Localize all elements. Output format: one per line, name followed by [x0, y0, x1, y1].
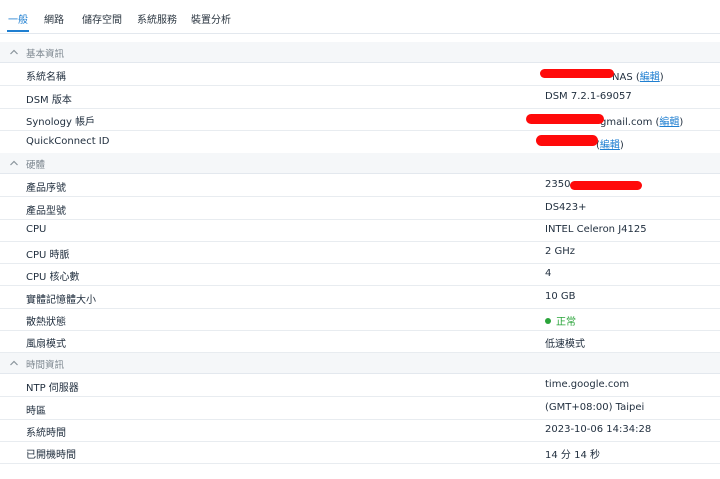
cpu-cores-value: 4	[545, 268, 552, 279]
cpu-label: CPU	[26, 224, 47, 235]
thermal-status-label: 散熱狀態	[26, 317, 66, 328]
row-synology-account: Synology 帳戶 gmail.com (編輯)	[0, 108, 720, 131]
dsm-version-label: DSM 版本	[26, 95, 72, 106]
status-dot-icon	[545, 318, 551, 324]
thermal-status-value: 正常	[545, 313, 576, 328]
system-time-label: 系統時間	[26, 428, 66, 439]
redaction-mark	[570, 181, 642, 190]
serial-number-label: 產品序號	[26, 183, 66, 194]
system-time-value: 2023-10-06 14:34:28	[545, 424, 652, 435]
chevron-up-icon[interactable]	[9, 358, 19, 368]
row-thermal-status: 散熱狀態 正常	[0, 308, 720, 331]
redaction-mark	[526, 114, 604, 124]
ntp-server-value: time.google.com	[545, 379, 630, 390]
thermal-status-text: 正常	[556, 317, 576, 328]
chevron-up-icon[interactable]	[9, 158, 19, 168]
cpu-value: INTEL Celeron J4125	[545, 224, 647, 235]
tab-storage[interactable]: 儲存空間	[82, 11, 122, 26]
redaction-mark	[540, 69, 614, 78]
timezone-label: 時區	[26, 406, 46, 417]
section-title: 硬體	[26, 160, 46, 171]
row-quickconnect-id: QuickConnect ID (編輯)	[0, 131, 720, 154]
uptime-label: 已開機時間	[26, 450, 76, 461]
row-fan-mode: 風扇模式 低速模式	[0, 330, 720, 353]
quickconnect-id-label: QuickConnect ID	[26, 136, 110, 147]
memory-value: 10 GB	[545, 291, 576, 302]
tab-services[interactable]: 系統服務	[137, 11, 177, 26]
row-cpu-cores: CPU 核心數 4	[0, 263, 720, 286]
dsm-version-value: DSM 7.2.1-69057	[545, 91, 632, 102]
row-cpu-frequency: CPU 時脈 2 GHz	[0, 241, 720, 264]
model-value: DS423+	[545, 202, 587, 213]
row-model: 產品型號 DS423+	[0, 197, 720, 220]
row-uptime: 已開機時間 14 分 14 秒	[0, 441, 720, 464]
row-memory: 實體記憶體大小 10 GB	[0, 286, 720, 309]
synology-account-text: gmail.com	[600, 117, 653, 128]
row-system-time: 系統時間 2023-10-06 14:34:28	[0, 419, 720, 442]
row-cpu: CPU INTEL Celeron J4125	[0, 219, 720, 242]
section-basic-info[interactable]: 基本資訊	[0, 42, 720, 63]
uptime-value: 14 分 14 秒	[545, 450, 600, 461]
row-ntp-server: NTP 伺服器 time.google.com	[0, 374, 720, 397]
synology-account-value: gmail.com (編輯)	[600, 117, 684, 128]
row-system-name: 系統名稱 NAS (編輯)	[0, 63, 720, 86]
cpu-frequency-label: CPU 時脈	[26, 250, 70, 261]
redaction-mark	[536, 135, 598, 146]
tab-general[interactable]: 一般	[8, 11, 28, 26]
system-name-value: NAS (編輯)	[612, 72, 664, 83]
tab-bar: 一般 網路 儲存空間 系統服務 裝置分析	[0, 0, 720, 34]
memory-label: 實體記憶體大小	[26, 295, 96, 306]
synology-account-label: Synology 帳戶	[26, 117, 96, 128]
timezone-value: (GMT+08:00) Taipei	[545, 402, 645, 413]
tab-network[interactable]: 網路	[44, 11, 64, 26]
fan-mode-value: 低速模式	[545, 339, 585, 350]
row-dsm-version: DSM 版本 DSM 7.2.1-69057	[0, 86, 720, 109]
quickconnect-id-value: (編輯)	[596, 140, 624, 151]
ntp-server-label: NTP 伺服器	[26, 383, 79, 394]
system-name-text: NAS	[612, 72, 633, 83]
section-title: 時間資訊	[26, 360, 65, 371]
serial-number-value: 2350	[545, 179, 571, 190]
chevron-up-icon[interactable]	[9, 47, 19, 57]
edit-synology-account-link[interactable]: 編輯	[659, 117, 679, 128]
edit-quickconnect-link[interactable]: 編輯	[600, 140, 620, 151]
fan-mode-label: 風扇模式	[26, 339, 66, 350]
row-serial-number: 產品序號 2350	[0, 174, 720, 197]
system-name-label: 系統名稱	[26, 72, 66, 83]
active-tab-indicator	[7, 30, 29, 32]
cpu-frequency-value: 2 GHz	[545, 246, 576, 257]
section-hardware[interactable]: 硬體	[0, 153, 720, 174]
tab-analytics[interactable]: 裝置分析	[191, 11, 231, 26]
edit-system-name-link[interactable]: 編輯	[640, 72, 660, 83]
section-title: 基本資訊	[26, 49, 65, 60]
cpu-cores-label: CPU 核心數	[26, 272, 80, 283]
row-timezone: 時區 (GMT+08:00) Taipei	[0, 397, 720, 420]
section-time-info[interactable]: 時間資訊	[0, 353, 720, 374]
model-label: 產品型號	[26, 206, 66, 217]
